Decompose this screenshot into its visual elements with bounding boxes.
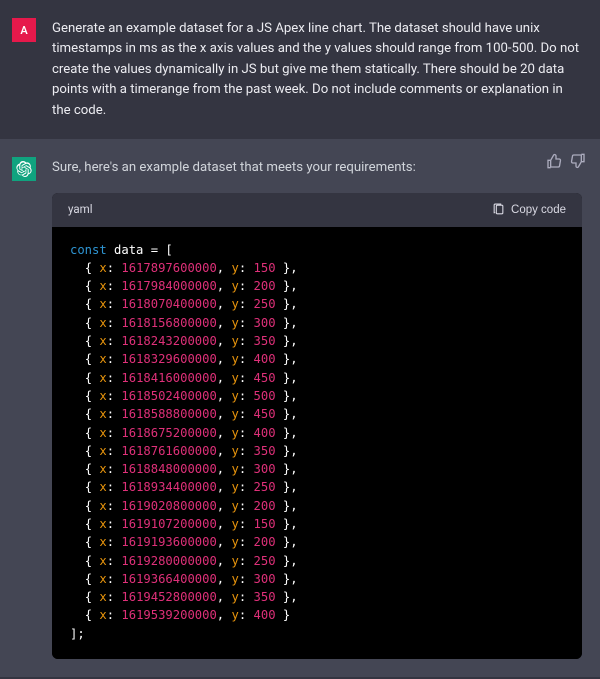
code-content[interactable]: const data = [ { x: 1617897600000, y: 15… (52, 227, 582, 660)
code-block: yaml Copy code const data = [ { x: 16178… (52, 193, 582, 659)
code-block-header: yaml Copy code (52, 193, 582, 227)
assistant-message: Sure, here's an example dataset that mee… (52, 157, 582, 659)
assistant-turn: Sure, here's an example dataset that mee… (0, 139, 600, 677)
openai-logo-icon (16, 161, 32, 177)
thumbs-up-icon[interactable] (546, 153, 562, 169)
thumbs-down-icon[interactable] (570, 153, 586, 169)
copy-code-button[interactable]: Copy code (492, 203, 566, 216)
copy-code-label: Copy code (511, 204, 566, 216)
clipboard-icon (492, 203, 505, 216)
assistant-avatar (12, 157, 36, 181)
user-message: Generate an example dataset for a JS Ape… (52, 18, 582, 121)
user-avatar: A (12, 18, 36, 42)
code-language-label: yaml (68, 201, 93, 219)
assistant-intro-text: Sure, here's an example dataset that mee… (52, 158, 582, 178)
feedback-buttons (546, 153, 586, 169)
user-turn: A Generate an example dataset for a JS A… (0, 0, 600, 139)
user-avatar-letter: A (20, 24, 27, 37)
